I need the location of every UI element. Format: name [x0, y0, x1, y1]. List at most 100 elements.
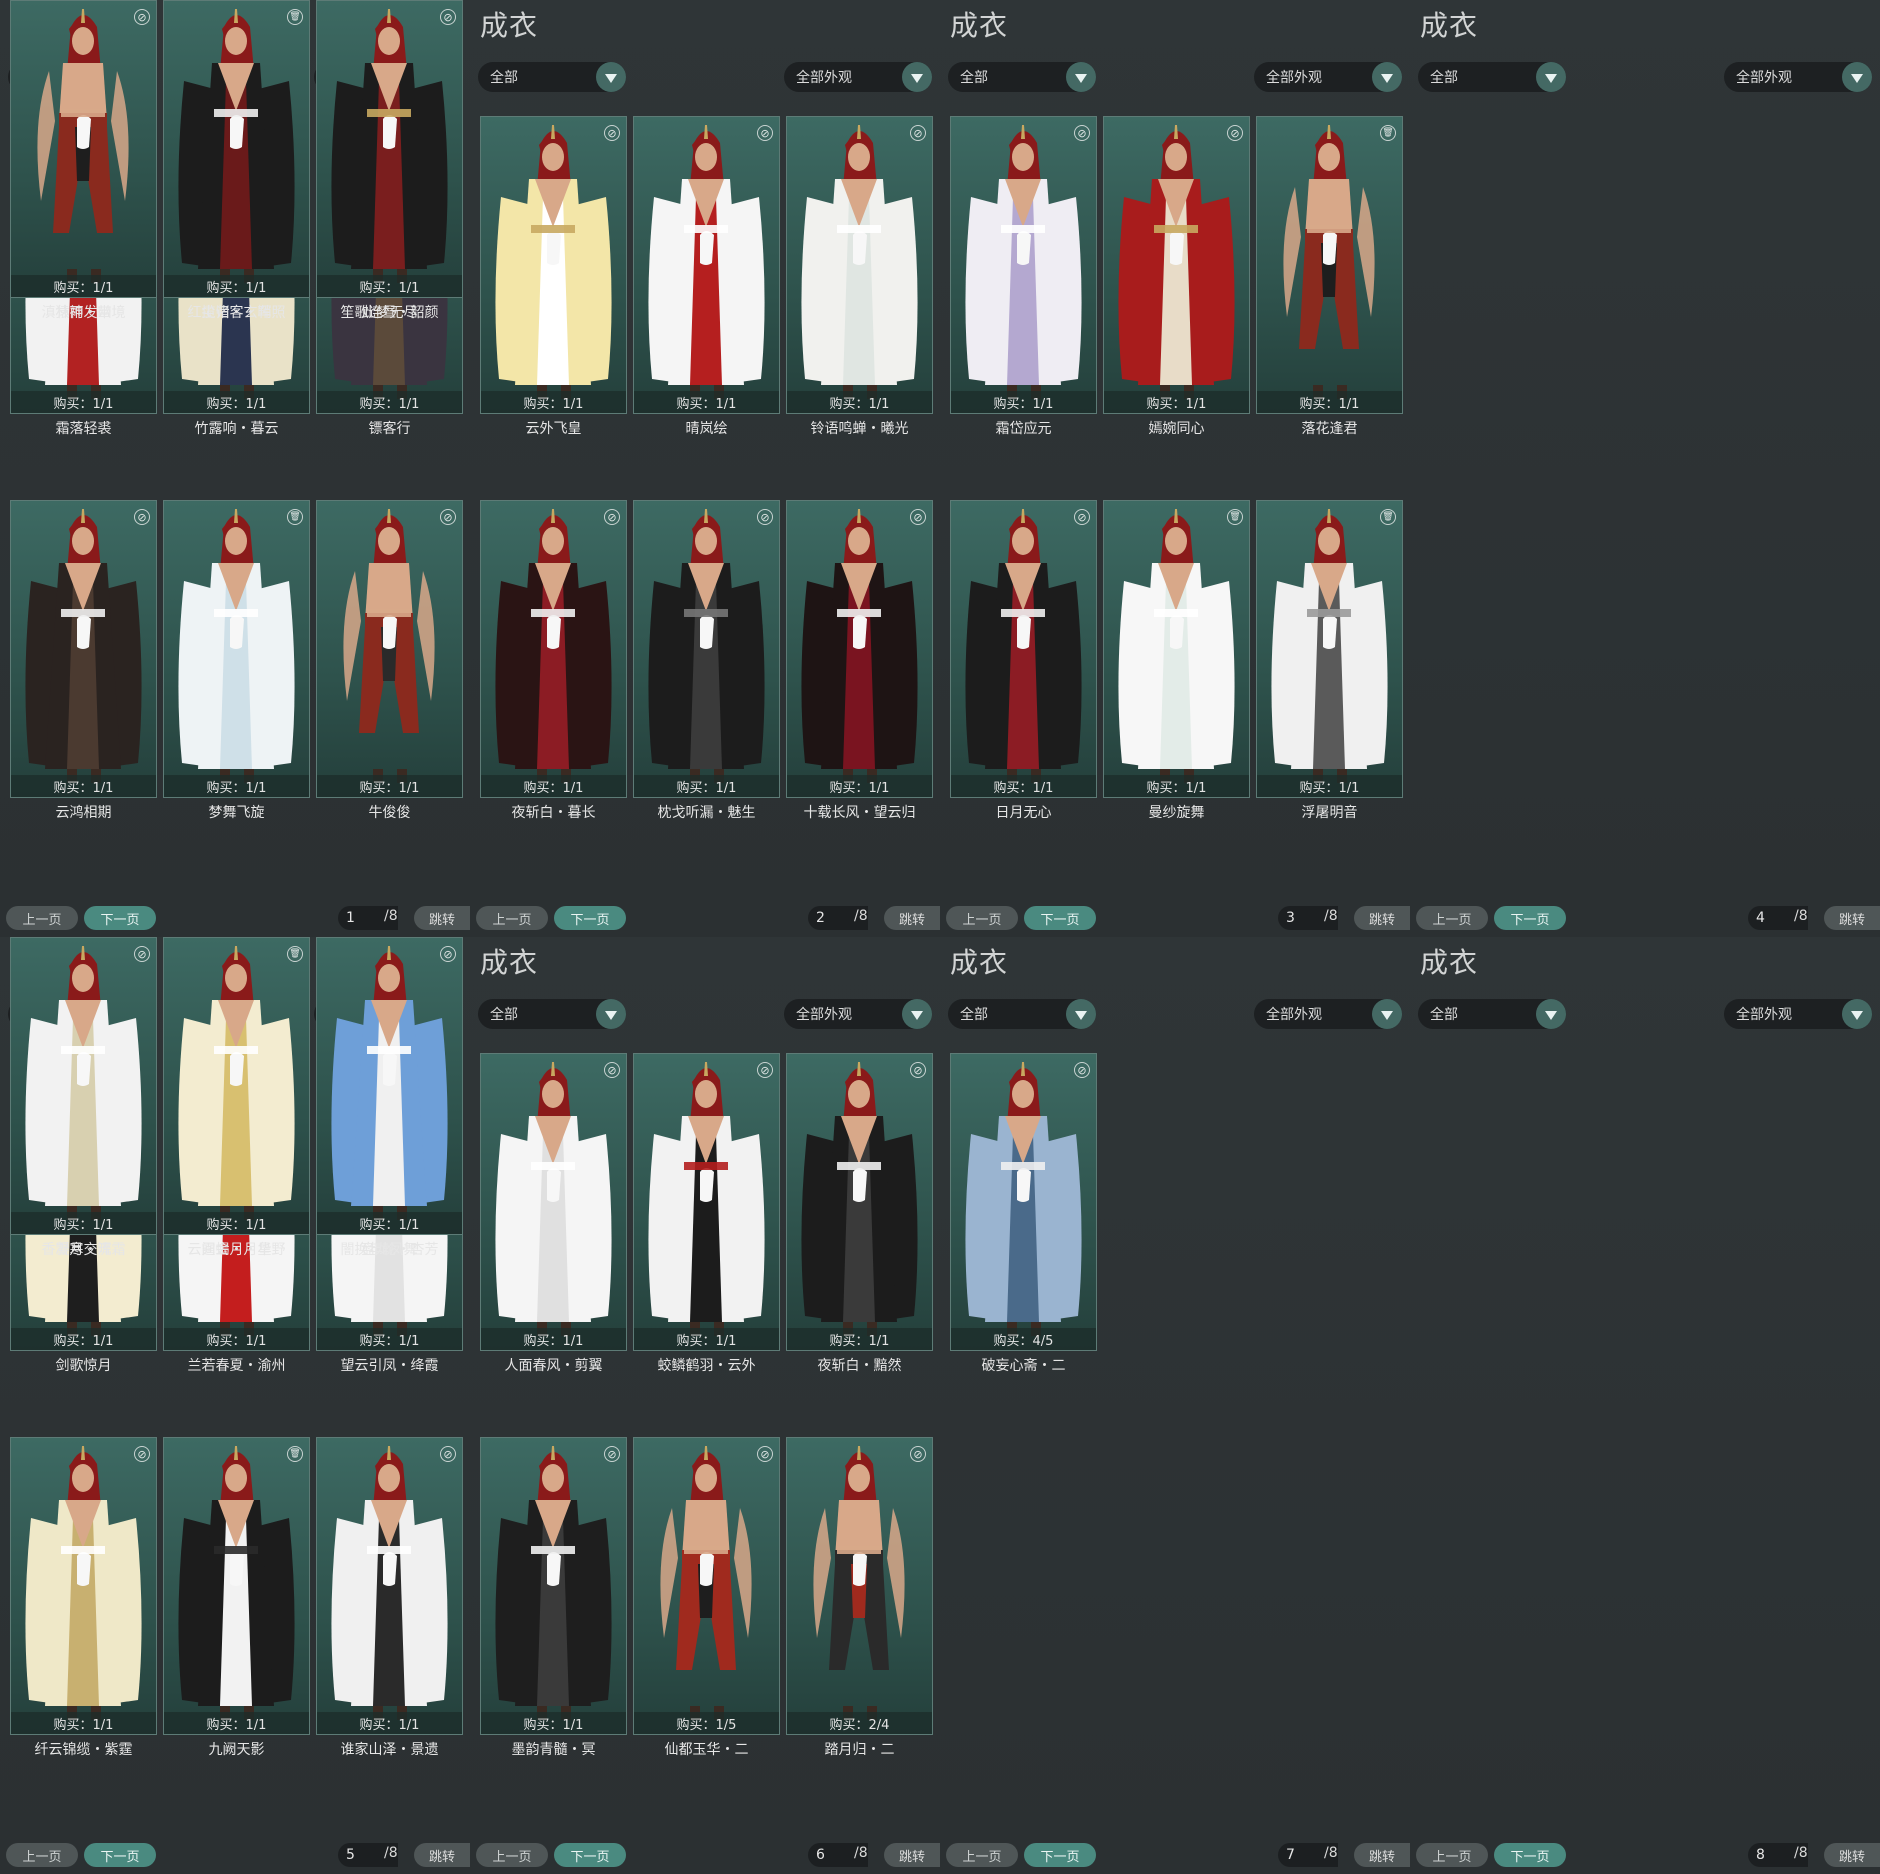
category-dropdown[interactable]: 全部: [478, 999, 626, 1029]
ban-icon[interactable]: ⊘: [1074, 509, 1090, 525]
prev-page-button[interactable]: 上一页: [6, 1843, 78, 1867]
outfit-card[interactable]: 🗑 购买：1/1 落花逢君: [1256, 116, 1403, 437]
outfit-card[interactable]: ⊘ 购买：1/5 仙都玉华・二: [633, 1437, 780, 1758]
ban-icon[interactable]: ⊘: [440, 509, 456, 525]
ban-icon[interactable]: ⊘: [910, 1062, 926, 1078]
prev-page-button[interactable]: 上一页: [946, 906, 1018, 930]
category-dropdown[interactable]: 全部: [1418, 62, 1566, 92]
ban-icon[interactable]: ⊘: [910, 125, 926, 141]
outfit-card[interactable]: ⊘ 购买：1/1 枕戈听漏・魅生: [633, 500, 780, 821]
outfit-card[interactable]: ⊘ 购买：1/1 铃语鸣蝉・曦光: [786, 116, 933, 437]
outfit-card[interactable]: 🗑 购买：1/1 云间金月・星野: [163, 937, 310, 1258]
next-page-button[interactable]: 下一页: [1494, 1843, 1566, 1867]
trash-icon[interactable]: 🗑: [287, 509, 303, 525]
outfit-card[interactable]: ⊘ 购买：1/1 夜斩白・暮长: [480, 500, 627, 821]
category-dropdown[interactable]: 全部: [948, 999, 1096, 1029]
trash-icon[interactable]: 🗑: [287, 1446, 303, 1462]
prev-page-button[interactable]: 上一页: [476, 906, 548, 930]
outfit-card[interactable]: 🗑 购买：1/1 九阙天影: [163, 1437, 310, 1758]
ban-icon[interactable]: ⊘: [910, 1446, 926, 1462]
appearance-dropdown[interactable]: 全部外观: [1254, 999, 1402, 1029]
ban-icon[interactable]: ⊘: [134, 509, 150, 525]
outfit-card[interactable]: ⊘ 购买：1/1 嫣婉同心: [1103, 116, 1250, 437]
ban-icon[interactable]: ⊘: [757, 509, 773, 525]
next-page-button[interactable]: 下一页: [1024, 906, 1096, 930]
ban-icon[interactable]: ⊘: [440, 1446, 456, 1462]
ban-icon[interactable]: ⊘: [1074, 1062, 1090, 1078]
ban-icon[interactable]: ⊘: [604, 1062, 620, 1078]
ban-icon[interactable]: ⊘: [604, 125, 620, 141]
outfit-card[interactable]: 🗑 购买：1/1 浮屠明音: [1256, 500, 1403, 821]
ban-icon[interactable]: ⊘: [604, 1446, 620, 1462]
appearance-dropdown[interactable]: 全部外观: [1254, 62, 1402, 92]
outfit-card[interactable]: ⊘ 购买：1/1 闇换年轮・杏芳: [316, 937, 463, 1258]
outfit-card[interactable]: ⊘ 购买：1/1 霜岱应元: [950, 116, 1097, 437]
ban-icon[interactable]: ⊘: [910, 509, 926, 525]
ban-icon[interactable]: ⊘: [440, 946, 456, 962]
jump-button[interactable]: 跳转: [414, 1843, 470, 1867]
prev-page-button[interactable]: 上一页: [946, 1843, 1018, 1867]
outfit-figure: [648, 1062, 765, 1336]
ban-icon[interactable]: ⊘: [134, 1446, 150, 1462]
prev-page-button[interactable]: 上一页: [6, 906, 78, 930]
next-page-button[interactable]: 下一页: [84, 1843, 156, 1867]
outfit-card[interactable]: ⊘ 购买：1/1 夜斩白・黯然: [786, 1053, 933, 1374]
appearance-dropdown[interactable]: 全部外观: [784, 999, 932, 1029]
outfit-card[interactable]: ⊘ 购买：1/1 云外飞皇: [480, 116, 627, 437]
outfit-card[interactable]: 🗑 购买：1/1 曼纱旋舞: [1103, 500, 1250, 821]
category-dropdown[interactable]: 全部: [478, 62, 626, 92]
category-dropdown[interactable]: 全部: [948, 62, 1096, 92]
next-page-button[interactable]: 下一页: [84, 906, 156, 930]
ban-icon[interactable]: ⊘: [134, 946, 150, 962]
outfit-card[interactable]: ⊘ 购买：1/1 云鸿相期: [10, 500, 157, 821]
jump-button[interactable]: 跳转: [1824, 906, 1880, 930]
outfit-card[interactable]: ⊘ 购买：1/1 纤云锦缆・紫霆: [10, 1437, 157, 1758]
next-page-button[interactable]: 下一页: [1494, 906, 1566, 930]
outfit-card[interactable]: ⊘ 购买：1/1 谁家山泽・景遗: [316, 1437, 463, 1758]
trash-icon[interactable]: 🗑: [1227, 509, 1243, 525]
outfit-card[interactable]: ⊘ 购买：1/1 猿神发带: [10, 0, 157, 321]
outfit-card[interactable]: ⊘ 购买：1/1 日月无心: [950, 500, 1097, 821]
ban-icon[interactable]: ⊘: [1227, 125, 1243, 141]
ban-icon[interactable]: ⊘: [757, 1062, 773, 1078]
appearance-dropdown[interactable]: 全部外观: [1724, 999, 1872, 1029]
ban-icon[interactable]: ⊘: [757, 125, 773, 141]
outfit-card[interactable]: ⊘ 购买：1/1 香凝寒・流霜: [10, 937, 157, 1258]
prev-page-button[interactable]: 上一页: [1416, 1843, 1488, 1867]
outfit-card[interactable]: ⊘ 购买：1/1 晴岚绘: [633, 116, 780, 437]
ban-icon[interactable]: ⊘: [1074, 125, 1090, 141]
jump-button[interactable]: 跳转: [884, 906, 940, 930]
ban-icon[interactable]: ⊘: [757, 1446, 773, 1462]
next-page-button[interactable]: 下一页: [554, 906, 626, 930]
outfit-card[interactable]: ⊘ 购买：4/5 破妄心斋・二: [950, 1053, 1097, 1374]
outfit-card[interactable]: ⊘ 购买：1/1 人面春风・剪翼: [480, 1053, 627, 1374]
jump-button[interactable]: 跳转: [1354, 906, 1410, 930]
ban-icon[interactable]: ⊘: [134, 9, 150, 25]
next-page-button[interactable]: 下一页: [554, 1843, 626, 1867]
appearance-dropdown[interactable]: 全部外观: [784, 62, 932, 92]
outfit-card[interactable]: ⊘ 购买：1/1 墨韵青髓・冥: [480, 1437, 627, 1758]
ban-icon[interactable]: ⊘: [604, 509, 620, 525]
trash-icon[interactable]: 🗑: [1380, 125, 1396, 141]
jump-button[interactable]: 跳转: [1824, 1843, 1880, 1867]
next-page-button[interactable]: 下一页: [1024, 1843, 1096, 1867]
prev-page-button[interactable]: 上一页: [1416, 906, 1488, 930]
outfit-card[interactable]: 🗑 购买：1/1 红尘归客・晖照: [163, 0, 310, 321]
appearance-dropdown[interactable]: 全部外观: [1724, 62, 1872, 92]
outfit-card[interactable]: ⊘ 购买：1/1 笙歌连昼・韶颜: [316, 0, 463, 321]
prev-page-button[interactable]: 上一页: [476, 1843, 548, 1867]
outfit-card[interactable]: 🗑 购买：1/1 梦舞飞旋: [163, 500, 310, 821]
outfit-card[interactable]: ⊘ 购买：1/1 蛟鳞鹤羽・云外: [633, 1053, 780, 1374]
jump-button[interactable]: 跳转: [1354, 1843, 1410, 1867]
jump-button[interactable]: 跳转: [884, 1843, 940, 1867]
outfit-card[interactable]: ⊘ 购买：1/1 牛俊俊: [316, 500, 463, 821]
category-dropdown[interactable]: 全部: [1418, 999, 1566, 1029]
trash-icon[interactable]: 🗑: [1380, 509, 1396, 525]
jump-button[interactable]: 跳转: [414, 906, 470, 930]
outfit-card[interactable]: ⊘ 购买：1/1 十载长风・望云归: [786, 500, 933, 821]
ban-icon[interactable]: ⊘: [440, 9, 456, 25]
trash-icon[interactable]: 🗑: [287, 946, 303, 962]
outfit-card[interactable]: ⊘ 购买：2/4 踏月归・二: [786, 1437, 933, 1758]
page-total: /8: [384, 1845, 398, 1861]
trash-icon[interactable]: 🗑: [287, 9, 303, 25]
